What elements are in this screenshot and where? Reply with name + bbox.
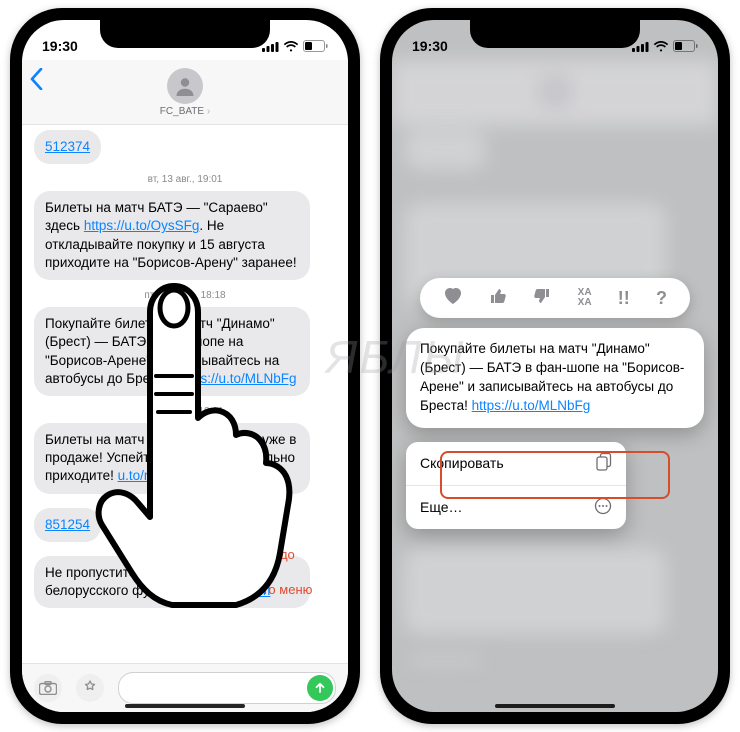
copy-icon [596,453,612,474]
appstore-button[interactable] [76,674,104,702]
timestamp: сб, 19 окт., 18:01 [34,406,336,417]
contact-name[interactable]: FC_BATE › [160,106,210,117]
phone-left: 19:30 FC_BATE › 512374 вт, 13 авг., 1 [10,8,360,724]
timestamp: пт, 20 сент., 18:18 [34,290,336,301]
home-indicator[interactable] [125,704,245,708]
message-bubble[interactable]: Билеты на матч БАТЭ — "Гомель" уже в про… [34,423,310,494]
chat-header: FC_BATE › [22,60,348,125]
thumbs-up-icon[interactable] [489,287,507,310]
notch [470,20,640,48]
more-icon [594,497,612,518]
message-bubble[interactable]: Билеты на матч БАТЭ — "Сараево" здесь ht… [34,191,310,280]
message-bubble[interactable]: 512374 [34,130,101,164]
focused-message-bubble[interactable]: Покупайте билеты на матч "Динамо" (Брест… [406,328,704,428]
send-button[interactable] [307,675,333,701]
menu-item-more[interactable]: Еще… [406,485,626,529]
menu-item-copy[interactable]: Скопировать [406,442,626,485]
exclaim-icon[interactable]: !! [618,288,630,309]
heart-icon[interactable] [443,287,463,310]
question-icon[interactable]: ? [656,288,667,309]
status-time: 19:30 [412,38,448,54]
timestamp: вт, 13 авг., 19:01 [34,174,336,185]
haha-icon[interactable]: ХА ХА [578,288,592,308]
message-bubble[interactable]: Покупайте билеты на матч "Динамо" (Брест… [34,307,310,396]
thumbs-down-icon[interactable] [533,287,551,310]
avatar[interactable] [167,68,203,104]
context-menu: Скопировать Еще… [406,442,626,529]
camera-button[interactable] [34,674,62,702]
battery-icon [673,40,698,52]
wifi-icon [653,41,669,52]
context-menu-overlay: ХА ХА !! ? Покупайте билеты на матч "Дин… [406,278,704,529]
notch [100,20,270,48]
phone-right: 19:30 [380,8,730,724]
home-indicator[interactable] [495,704,615,708]
compose-field[interactable] [118,672,336,704]
status-time: 19:30 [42,38,78,54]
battery-icon [303,40,328,52]
back-button[interactable] [30,66,43,97]
instruction-text: Нажмите и удерживайте до появления конте… [198,528,338,598]
message-bubble[interactable]: 851254 [34,508,101,542]
wifi-icon [283,41,299,52]
tapback-bar: ХА ХА !! ? [420,278,690,318]
